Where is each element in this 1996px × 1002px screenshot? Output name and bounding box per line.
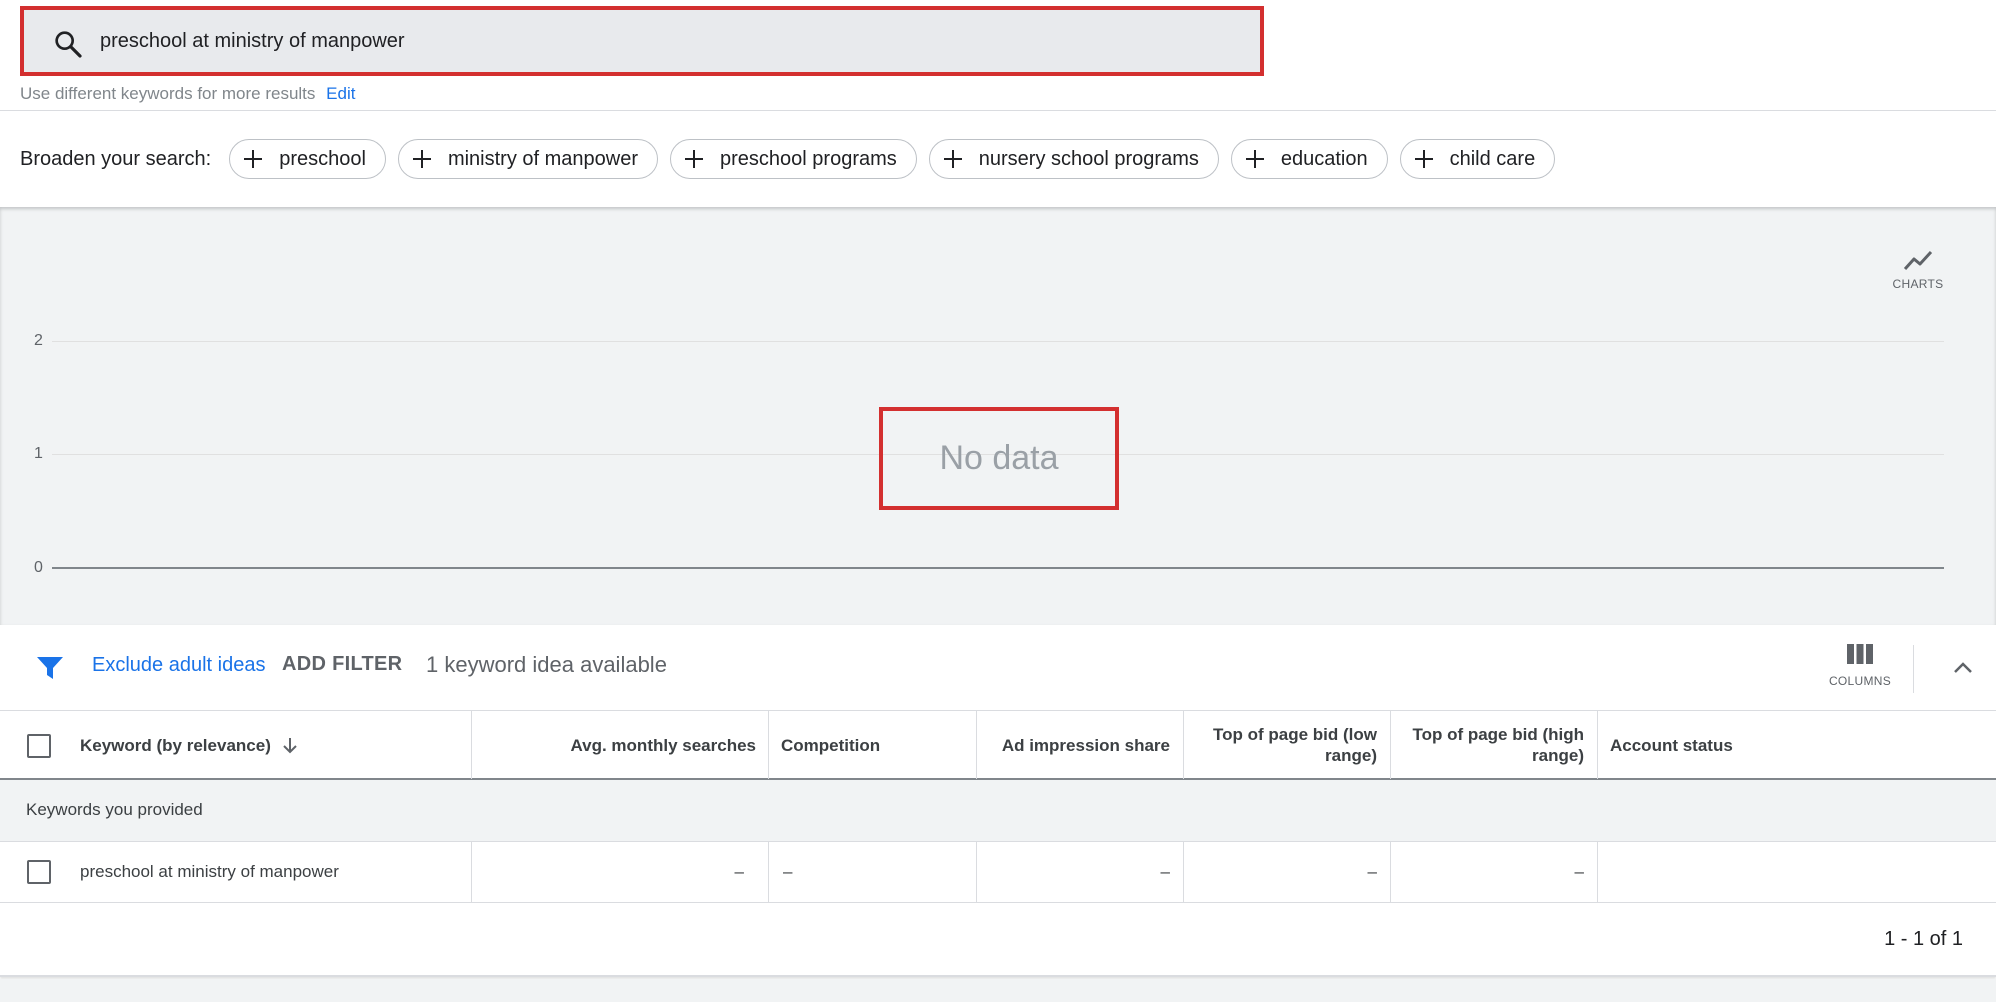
- cell-avg-monthly-searches: –: [734, 862, 744, 881]
- cell-top-bid-low: –: [1367, 862, 1377, 881]
- cell-top-bid-high: –: [1574, 862, 1584, 881]
- broaden-chip-preschool-programs[interactable]: preschool programs: [670, 139, 917, 179]
- charts-label: CHARTS: [1892, 277, 1944, 291]
- broaden-chip-preschool[interactable]: preschool: [229, 139, 386, 179]
- y-tick-2: 2: [34, 332, 43, 349]
- chevron-up-icon[interactable]: [1950, 655, 1976, 681]
- columns-button[interactable]: COLUMNS: [1826, 643, 1894, 695]
- search-box[interactable]: preschool at ministry of manpower: [20, 6, 1264, 76]
- broaden-search-bar: Broaden your search: preschool ministry …: [0, 111, 1996, 207]
- chip-label: child care: [1449, 147, 1536, 170]
- table-row: preschool at ministry of manpower – – – …: [0, 842, 1996, 903]
- cell-account-status: [1610, 842, 1910, 902]
- broaden-label: Broaden your search:: [20, 147, 212, 170]
- column-divider: [1597, 711, 1598, 779]
- search-input[interactable]: preschool at ministry of manpower: [100, 10, 405, 72]
- filter-icon[interactable]: [36, 655, 64, 681]
- search-hint: Use different keywords for more results …: [20, 82, 355, 106]
- cell-competition: –: [783, 862, 793, 881]
- keyword-ideas-count: 1 keyword idea available: [426, 652, 667, 677]
- chip-label: preschool programs: [720, 147, 897, 170]
- column-header-account-status[interactable]: Account status: [1610, 711, 1910, 779]
- table-header: Keyword (by relevance) Avg. monthly sear…: [0, 710, 1996, 780]
- plus-icon: [412, 150, 431, 168]
- row-checkbox[interactable]: [27, 860, 51, 884]
- keyword-ideas-table: Keyword (by relevance) Avg. monthly sear…: [0, 710, 1996, 903]
- column-header-avg-monthly-searches[interactable]: Avg. monthly searches: [472, 711, 757, 779]
- broaden-chip-nursery-school-programs[interactable]: nursery school programs: [928, 139, 1219, 179]
- pagination: 1 - 1 of 1: [0, 903, 1996, 977]
- hint-text: Use different keywords for more results: [20, 84, 316, 103]
- plus-icon: [244, 150, 263, 168]
- chip-label: ministry of manpower: [447, 147, 639, 170]
- chip-label: education: [1280, 147, 1368, 170]
- column-header-keyword[interactable]: Keyword (by relevance): [80, 711, 460, 779]
- plus-icon: [943, 150, 962, 168]
- column-divider: [768, 842, 769, 902]
- keyword-header-label: Keyword (by relevance): [80, 735, 271, 755]
- group-label: Keywords you provided: [26, 800, 203, 819]
- trending-line-icon: [1903, 250, 1933, 271]
- x-axis-line: [52, 567, 1944, 569]
- charts-button[interactable]: CHARTS: [1888, 247, 1948, 305]
- broaden-chip-education[interactable]: education: [1230, 139, 1388, 179]
- broaden-chip-ministry-of-manpower[interactable]: ministry of manpower: [397, 139, 659, 179]
- chip-label: nursery school programs: [978, 147, 1199, 170]
- pagination-info: 1 - 1 of 1: [1884, 928, 1963, 950]
- plus-icon: [685, 150, 704, 168]
- column-header-top-bid-high[interactable]: Top of page bid (high range): [1391, 711, 1584, 779]
- edit-link[interactable]: Edit: [326, 84, 355, 103]
- table-group-row: Keywords you provided: [0, 780, 1996, 842]
- exclude-adult-ideas-filter[interactable]: Exclude adult ideas: [92, 654, 265, 677]
- plus-icon: [1414, 150, 1433, 168]
- column-divider: [768, 711, 769, 779]
- toolbar-divider: [1913, 645, 1914, 693]
- column-header-ad-impression-share[interactable]: Ad impression share: [977, 711, 1170, 779]
- y-tick-0: 0: [34, 559, 43, 576]
- broaden-chip-child-care[interactable]: child care: [1399, 139, 1556, 179]
- columns-label: COLUMNS: [1828, 674, 1892, 688]
- chip-label: preschool: [279, 147, 366, 170]
- cell-keyword[interactable]: preschool at ministry of manpower: [80, 842, 460, 902]
- gridline-2: [52, 341, 1944, 342]
- search-icon: [55, 31, 82, 58]
- y-tick-1: 1: [34, 445, 43, 462]
- add-filter-button[interactable]: ADD FILTER: [282, 653, 402, 676]
- plus-icon: [1245, 150, 1264, 168]
- column-header-competition[interactable]: Competition: [781, 711, 971, 779]
- no-data-message: No data: [879, 407, 1119, 510]
- search-volume-chart: CHARTS 2 1 0 No data: [0, 207, 1996, 625]
- select-all-checkbox[interactable]: [27, 734, 51, 758]
- page-footer-band: [0, 979, 1996, 1002]
- cell-ad-impression-share: –: [1160, 862, 1170, 881]
- arrow-down-icon: [283, 738, 297, 754]
- filter-bar: Exclude adult ideas ADD FILTER 1 keyword…: [0, 625, 1996, 710]
- column-header-top-bid-low[interactable]: Top of page bid (low range): [1184, 711, 1377, 779]
- column-divider: [1597, 842, 1598, 902]
- columns-icon: [1847, 644, 1873, 664]
